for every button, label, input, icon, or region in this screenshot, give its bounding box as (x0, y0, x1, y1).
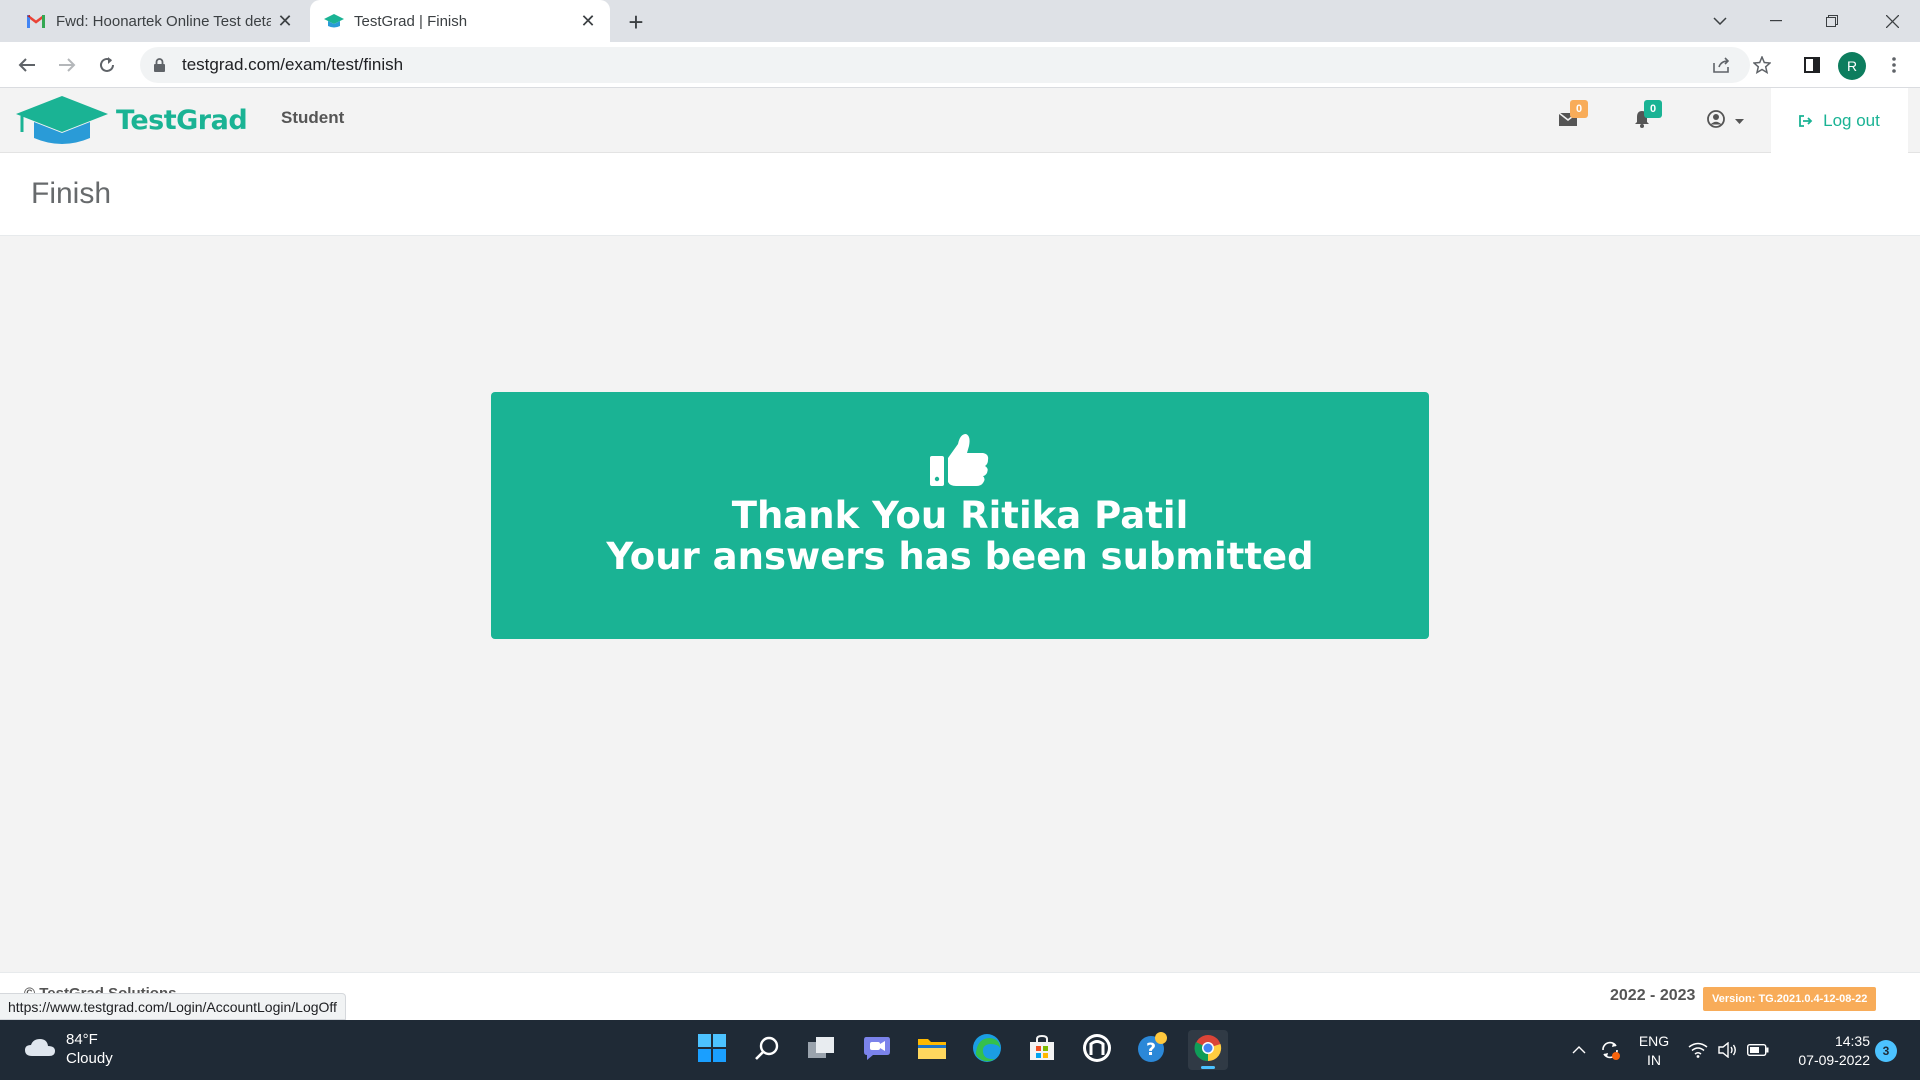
tab-gmail[interactable]: Fwd: Hoonartek Online Test deta ✕ (12, 0, 307, 42)
version-badge: Version: TG.2021.0.4-12-08-22 (1703, 987, 1877, 1011)
url-text: testgrad.com/exam/test/finish (182, 55, 404, 74)
wifi-icon[interactable] (1686, 1034, 1710, 1066)
nav-student-link[interactable]: Student (281, 108, 344, 128)
back-button[interactable] (11, 49, 43, 81)
reload-button[interactable] (91, 49, 123, 81)
page-title: Finish (31, 177, 112, 210)
page-heading: Finish (0, 153, 1920, 236)
volume-icon[interactable] (1716, 1034, 1740, 1066)
windows-logo-icon (698, 1033, 726, 1067)
taskbar-search-button[interactable] (747, 1030, 787, 1070)
logout-button[interactable]: Log out (1771, 88, 1908, 153)
file-explorer-button[interactable] (912, 1030, 952, 1070)
tab-title: Fwd: Hoonartek Online Test deta (56, 12, 271, 30)
messages-count-badge: 0 (1570, 100, 1588, 118)
notifications-count-badge: 0 (1644, 100, 1662, 118)
browser-tab-strip: Fwd: Hoonartek Online Test deta ✕ TestGr… (0, 0, 1920, 42)
system-clock[interactable]: 14:35 07-09-2022 (1780, 1032, 1870, 1070)
browser-menu-icon[interactable] (1878, 49, 1910, 81)
messages-button[interactable]: 0 (1548, 100, 1588, 136)
footer-copyright: © TestGrad Solutions (24, 985, 176, 993)
weather-condition: Cloudy (66, 1050, 113, 1067)
user-menu-dropdown[interactable] (1700, 106, 1750, 136)
side-panel-icon[interactable] (1796, 49, 1828, 81)
svg-text:?: ? (1146, 1040, 1156, 1060)
language-indicator[interactable]: ENG IN (1634, 1032, 1674, 1070)
graduation-cap-icon (16, 96, 108, 144)
clock-time: 14:35 (1834, 1033, 1870, 1049)
battery-icon[interactable] (1746, 1034, 1770, 1066)
start-button[interactable] (692, 1030, 732, 1070)
teams-chat-button[interactable] (857, 1030, 897, 1070)
tab-search-icon[interactable] (1692, 0, 1748, 42)
bookmark-star-icon[interactable] (1746, 49, 1778, 81)
testgrad-logo[interactable]: TestGrad (16, 94, 248, 146)
edge-browser-button[interactable] (967, 1030, 1007, 1070)
store-icon (1028, 1034, 1056, 1067)
share-icon[interactable] (1706, 49, 1738, 81)
windows-taskbar: 84°F Cloudy ? ENG IN 14:35 07-09-2022 3 (0, 1020, 1920, 1080)
notifications-button[interactable]: 0 (1622, 100, 1662, 136)
task-view-button[interactable] (802, 1030, 842, 1070)
submission-confirmation: Your answers has been submitted (606, 535, 1314, 578)
edge-icon (972, 1033, 1002, 1068)
sign-out-icon (1799, 114, 1813, 127)
clock-date: 07-09-2022 (1798, 1052, 1870, 1068)
thank-you-message: Thank You Ritika Patil (731, 494, 1189, 537)
minimize-button[interactable] (1748, 0, 1804, 42)
weather-widget[interactable]: 84°F Cloudy (24, 1030, 113, 1068)
show-hidden-icons-button[interactable] (1568, 1034, 1590, 1066)
logout-label: Log out (1823, 110, 1880, 130)
microsoft-store-button[interactable] (1022, 1030, 1062, 1070)
chrome-taskbar-button[interactable] (1188, 1030, 1228, 1070)
forward-button[interactable] (51, 49, 83, 81)
caret-down-icon (1734, 118, 1744, 124)
status-url-bubble: https://www.testgrad.com/Login/AccountLo… (0, 993, 346, 1020)
weather-temperature: 84°F (66, 1031, 98, 1048)
chrome-icon (1194, 1034, 1222, 1067)
vpn-app-button[interactable] (1077, 1030, 1117, 1070)
profile-avatar[interactable]: R (1838, 52, 1866, 80)
notification-count-badge[interactable]: 3 (1875, 1040, 1897, 1062)
chat-icon (863, 1035, 891, 1066)
search-icon (754, 1035, 780, 1066)
language-region: IN (1647, 1052, 1661, 1068)
shield-app-icon (1082, 1033, 1112, 1068)
testgrad-icon (324, 11, 344, 31)
close-icon[interactable]: ✕ (271, 7, 299, 35)
help-icon: ? (1136, 1031, 1168, 1069)
lock-icon (154, 57, 168, 73)
cloud-icon (24, 1037, 56, 1062)
language-code: ENG (1638, 1033, 1670, 1049)
app-navbar: TestGrad Student 0 0 Log out (0, 88, 1920, 153)
thumbs-up-icon (928, 432, 990, 493)
get-help-button[interactable]: ? (1132, 1030, 1172, 1070)
sync-status-icon[interactable] (1598, 1034, 1622, 1066)
active-app-indicator (1201, 1066, 1215, 1069)
user-circle-icon (1706, 109, 1725, 133)
footer-years: 2022 - 2023 (1610, 987, 1696, 1004)
tab-testgrad[interactable]: TestGrad | Finish ✕ (310, 0, 610, 42)
tab-title: TestGrad | Finish (354, 12, 468, 30)
restore-button[interactable] (1804, 0, 1860, 42)
browser-toolbar: testgrad.com/exam/test/finish R (0, 42, 1920, 88)
close-icon[interactable]: ✕ (574, 7, 602, 35)
task-view-icon (808, 1036, 836, 1065)
finish-panel: Thank You Ritika Patil Your answers has … (491, 392, 1429, 639)
gmail-icon (26, 11, 46, 31)
new-tab-button[interactable]: + (620, 6, 652, 38)
address-bar[interactable]: testgrad.com/exam/test/finish (140, 47, 1750, 83)
logo-text: TestGrad (116, 104, 248, 136)
folder-icon (917, 1035, 947, 1066)
close-window-button[interactable] (1864, 0, 1920, 42)
